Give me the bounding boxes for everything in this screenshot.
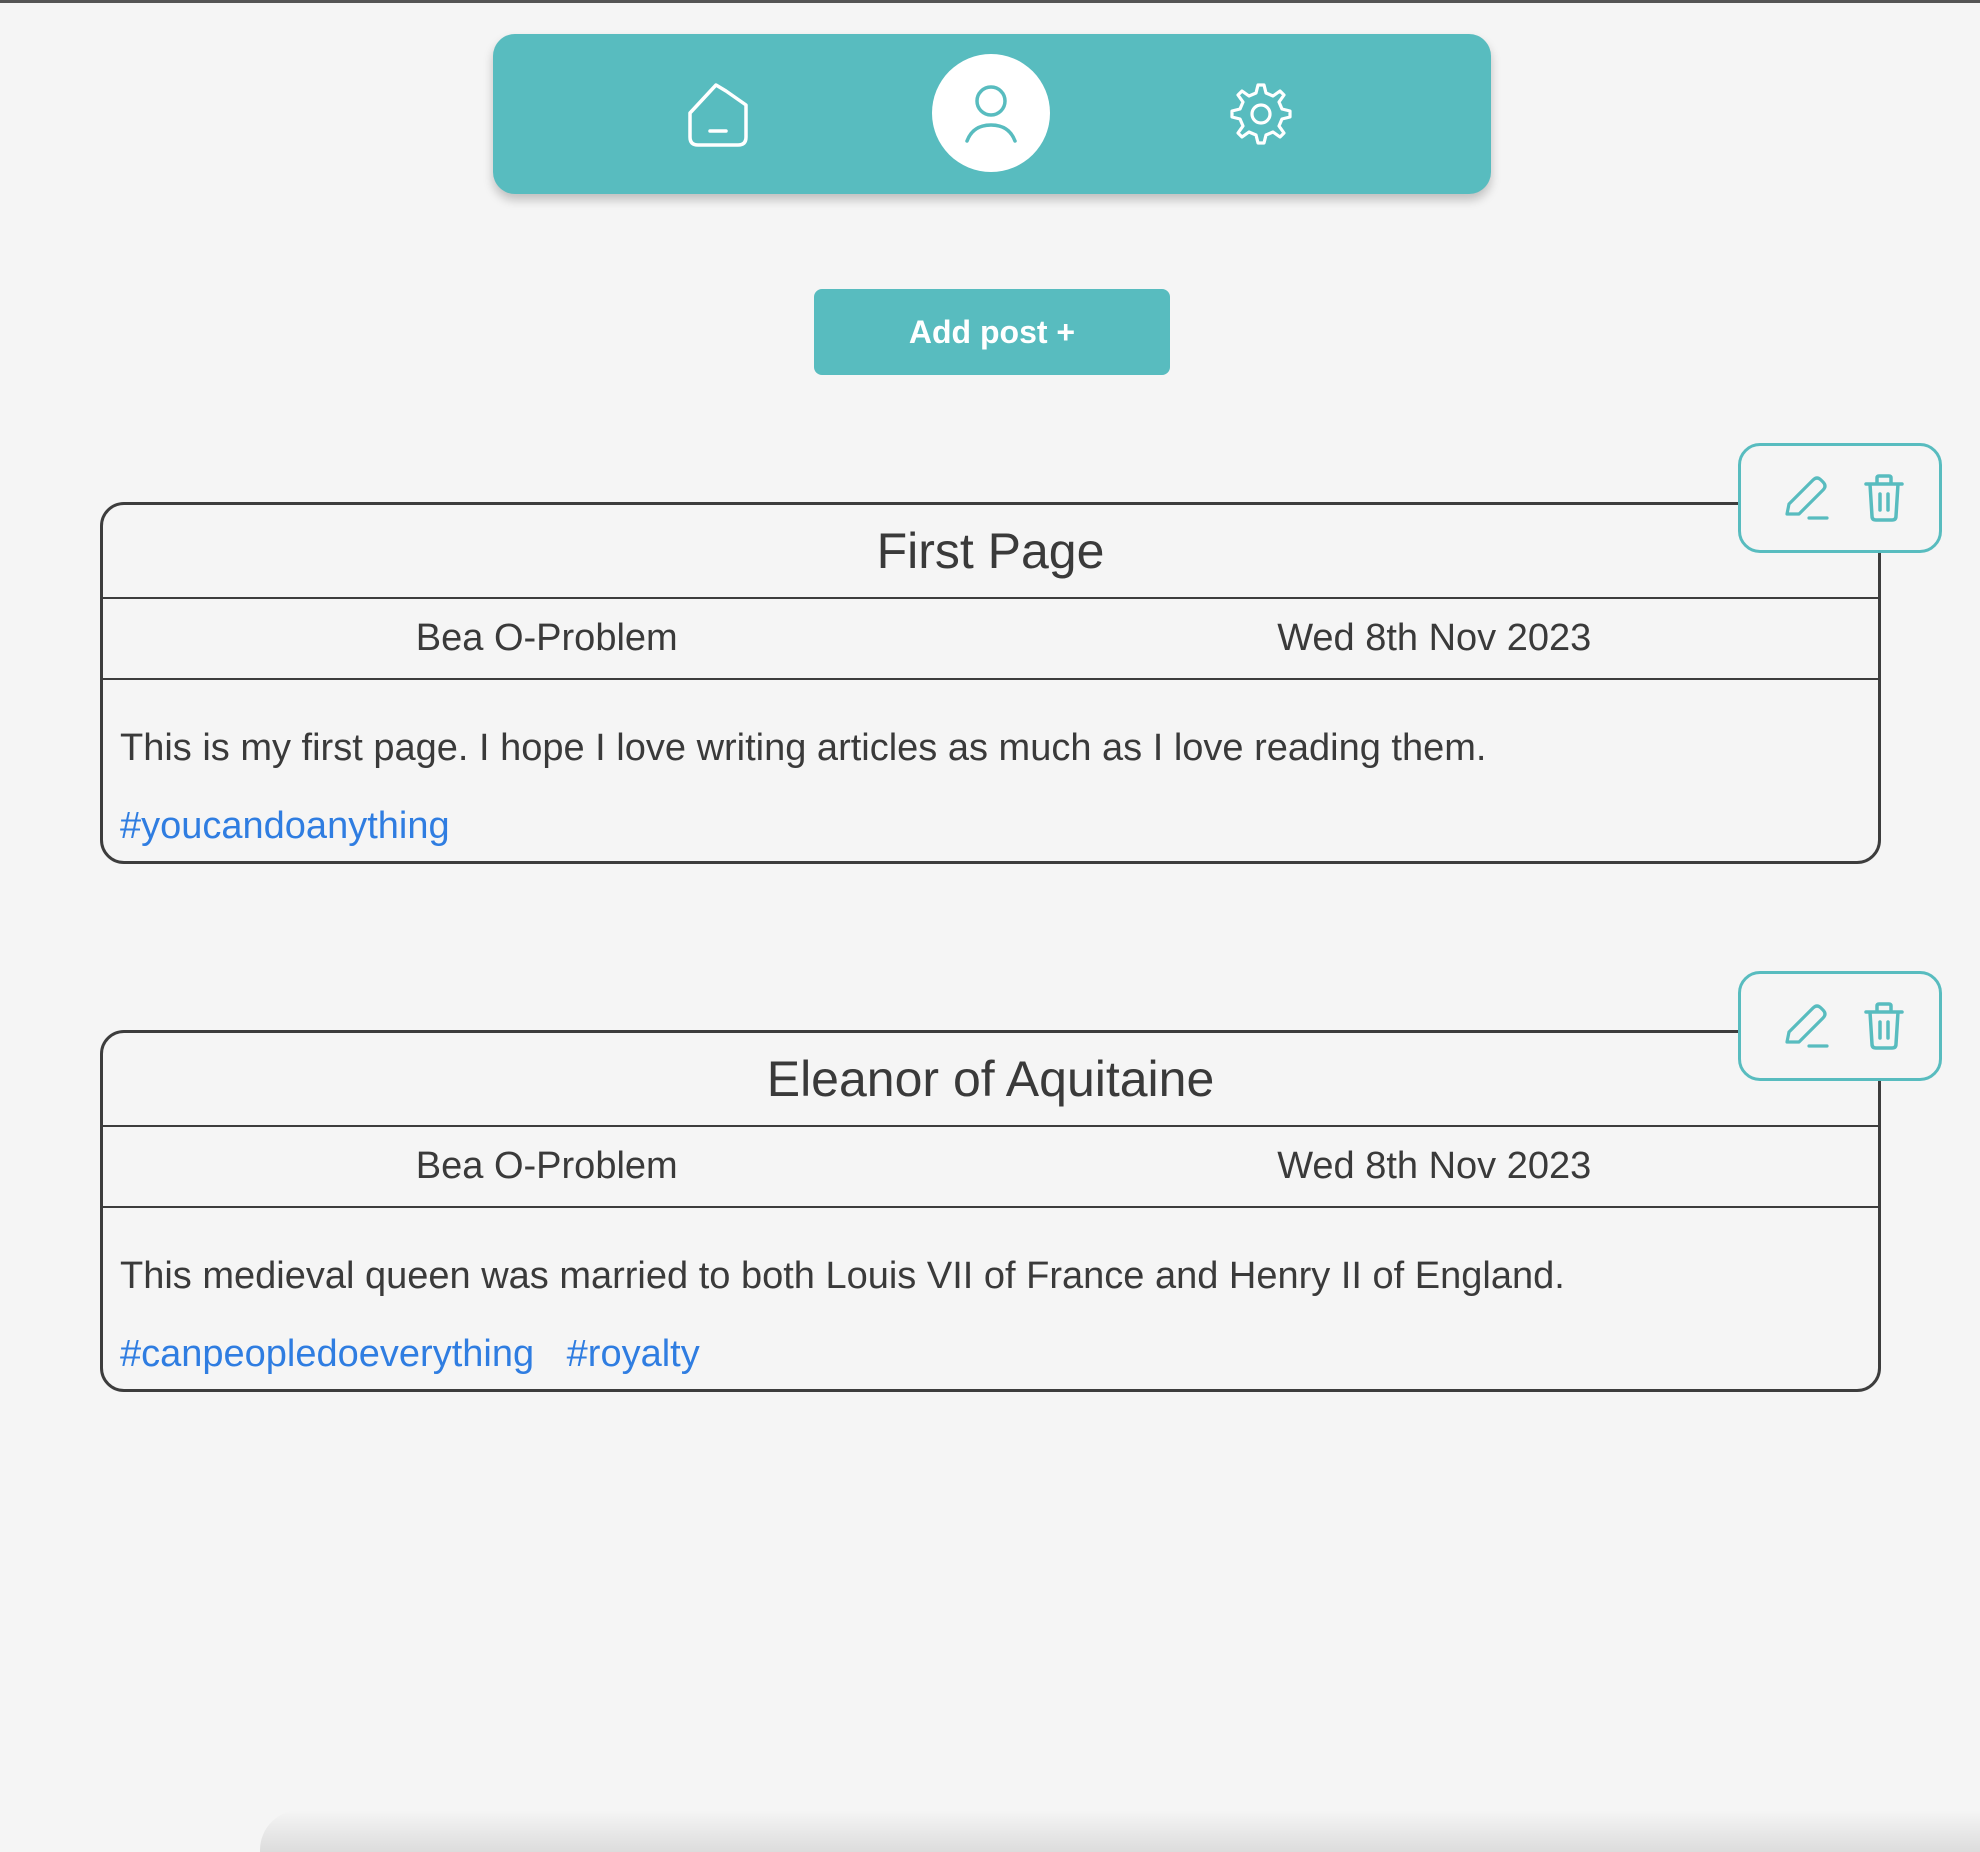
edit-post-button[interactable] [1777,998,1833,1054]
post-card: Eleanor of Aquitaine Bea O-Problem Wed 8… [100,1030,1881,1392]
post-date: Wed 8th Nov 2023 [1277,1145,1592,1187]
post-body: This is my first page. I hope I love wri… [120,727,1487,769]
add-post-button[interactable]: Add post + [814,289,1170,375]
nav-settings-button[interactable] [1199,54,1317,172]
post-tags: #youcandoanything [120,805,472,848]
post-actions [1738,971,1942,1081]
post-author: Bea O-Problem [415,1145,678,1187]
nav-profile-button[interactable] [932,54,1050,172]
post-author: Bea O-Problem [415,617,678,659]
window-bottom-shadow [260,1810,1980,1852]
user-icon [965,85,1017,143]
nav-home-button[interactable] [659,54,777,172]
post-meta: Bea O-Problem Wed 8th Nov 2023 [103,1127,1878,1208]
post-tag[interactable]: #canpeopledoeverything [120,1333,534,1375]
home-icon [688,83,748,147]
gear-icon [1230,83,1292,145]
post-card: First Page Bea O-Problem Wed 8th Nov 202… [100,502,1881,864]
edit-post-button[interactable] [1777,470,1833,526]
post-body: This medieval queen was married to both … [120,1255,1565,1297]
post-date: Wed 8th Nov 2023 [1277,617,1592,659]
window-top-edge [0,0,1980,3]
post-tag[interactable]: #youcandoanything [120,805,450,847]
post-tags: #canpeopledoeverything #royalty [120,1333,722,1376]
pencil-icon [1785,1004,1829,1048]
post-actions [1738,443,1942,553]
post-meta: Bea O-Problem Wed 8th Nov 2023 [103,599,1878,680]
post-title: Eleanor of Aquitaine [103,1033,1878,1127]
pencil-icon [1785,476,1829,520]
top-navbar [493,34,1491,194]
trash-icon [1864,474,1904,522]
post-title: First Page [103,505,1878,599]
delete-post-button[interactable] [1856,470,1912,526]
delete-post-button[interactable] [1856,998,1912,1054]
post-tag[interactable]: #royalty [567,1333,700,1375]
trash-icon [1864,1002,1904,1050]
